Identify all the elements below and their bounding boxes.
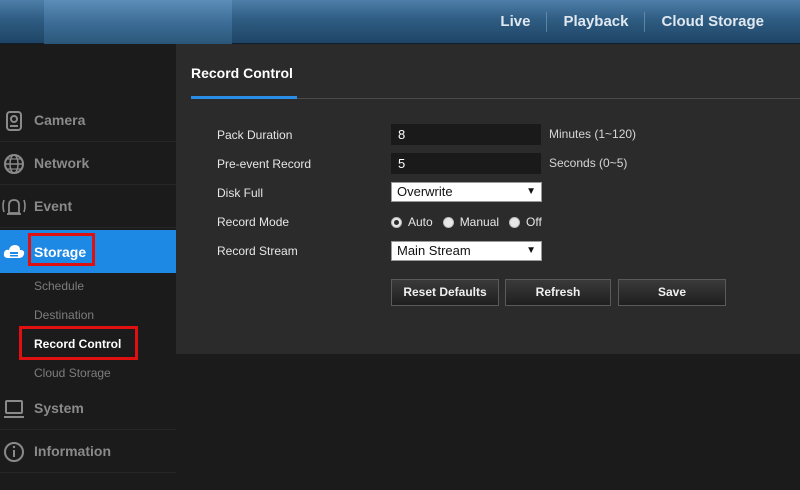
nav-cloud-storage[interactable]: Cloud Storage (645, 12, 780, 32)
storage-highlight-box (28, 233, 95, 266)
save-button[interactable]: Save (618, 279, 726, 306)
disk-full-label: Disk Full (217, 186, 264, 200)
reset-defaults-button[interactable]: Reset Defaults (391, 279, 499, 306)
sidebar-item-system[interactable]: System (0, 387, 176, 430)
sidebar-item-camera[interactable]: Camera (0, 99, 176, 142)
pack-duration-label: Pack Duration (217, 128, 293, 142)
record-stream-value: Main Stream (397, 243, 471, 258)
radio-auto[interactable] (391, 216, 402, 228)
event-icon (2, 199, 26, 215)
nav-separator (644, 12, 646, 32)
pre-event-input[interactable]: 5 (391, 153, 541, 174)
radio-off[interactable] (509, 216, 521, 228)
sidebar-item-label: Network (34, 155, 90, 171)
pre-event-hint: Seconds (0~5) (549, 156, 628, 170)
pack-duration-hint: Minutes (1~120) (549, 127, 637, 141)
pack-duration-input[interactable]: 8 (391, 124, 541, 145)
record-stream-label: Record Stream (217, 244, 298, 258)
record-mode-label: Record Mode (217, 215, 290, 229)
sidebar-item-label: Camera (34, 112, 86, 128)
nav-live[interactable]: Live (484, 12, 546, 32)
storage-icon (3, 245, 25, 258)
subitem-destination[interactable]: Destination (34, 308, 94, 322)
record-mode-radio-group: Auto Manual Off (391, 214, 552, 230)
top-nav: Live Playback Cloud Storage (484, 0, 780, 44)
sidebar-item-label: Information (34, 443, 111, 459)
radio-manual-label: Manual (459, 215, 500, 229)
logo-area (44, 0, 232, 44)
sidebar-item-label: System (34, 400, 84, 416)
sidebar-item-label: Event (34, 198, 73, 214)
pre-event-label: Pre-event Record (217, 157, 312, 171)
information-icon (4, 442, 24, 462)
nav-playback[interactable]: Playback (547, 12, 644, 32)
nav-separator (546, 12, 548, 32)
app-root: Live Playback Cloud Storage Camera Netwo… (0, 0, 800, 490)
refresh-button[interactable]: Refresh (505, 279, 611, 306)
dropdown-arrow-icon: ▼ (526, 245, 536, 256)
sidebar-item-network[interactable]: Network (0, 142, 176, 185)
disk-full-select[interactable]: Overwrite ▼ (391, 182, 542, 202)
system-icon (4, 400, 24, 418)
sidebar-item-information[interactable]: Information (0, 430, 176, 473)
record-control-highlight-box (19, 326, 138, 360)
top-bar: Live Playback Cloud Storage (0, 0, 800, 44)
active-tab-indicator (191, 96, 297, 99)
subitem-cloud-storage[interactable]: Cloud Storage (34, 366, 111, 380)
record-stream-select[interactable]: Main Stream ▼ (391, 241, 542, 261)
network-icon (4, 154, 24, 174)
sidebar: Camera Network Event Storage Schedule De… (0, 44, 176, 490)
dropdown-arrow-icon: ▼ (526, 186, 536, 197)
page-title: Record Control (191, 65, 293, 81)
radio-auto-label: Auto (408, 215, 433, 229)
sidebar-item-event[interactable]: Event (0, 185, 176, 228)
record-control-panel: Record Control Pack Duration 8 Minutes (… (176, 44, 800, 354)
camera-icon (6, 111, 22, 131)
disk-full-value: Overwrite (397, 184, 453, 199)
radio-off-label: Off (526, 215, 542, 229)
subitem-schedule[interactable]: Schedule (34, 279, 84, 293)
radio-manual[interactable] (442, 216, 454, 228)
